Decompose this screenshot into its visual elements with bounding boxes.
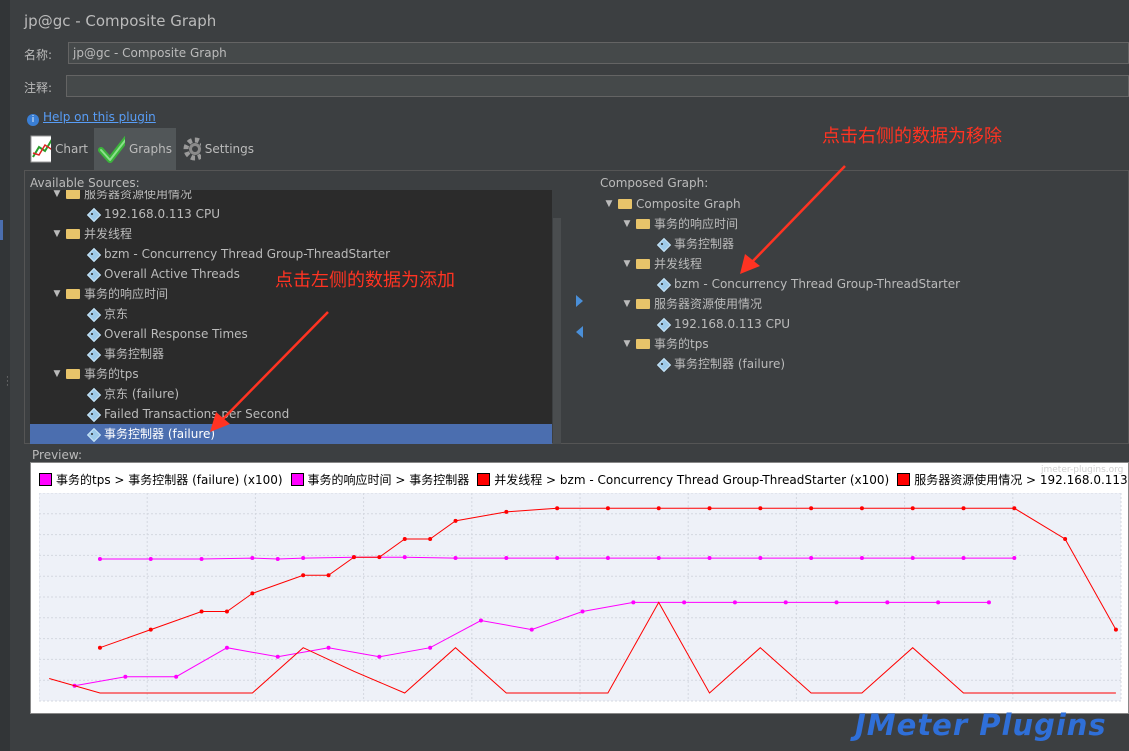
data-point xyxy=(97,556,102,561)
data-point xyxy=(453,556,458,561)
data-point xyxy=(224,609,229,614)
data-point xyxy=(656,556,661,561)
data-point xyxy=(275,654,280,659)
data-point xyxy=(631,600,636,605)
preview-chart: jmeter-plugins.org 事务的tps > 事务控制器 (failu… xyxy=(30,462,1129,714)
data-point xyxy=(504,556,509,561)
legend-swatch xyxy=(39,473,52,486)
data-point xyxy=(402,555,407,560)
data-point xyxy=(1012,506,1017,511)
annotation-arrow-left xyxy=(221,311,329,421)
data-point xyxy=(148,556,153,561)
data-point xyxy=(707,556,712,561)
data-point xyxy=(301,556,306,561)
data-point xyxy=(605,506,610,511)
data-point xyxy=(428,537,433,542)
data-point xyxy=(478,618,483,623)
data-point xyxy=(707,506,712,511)
legend-item: 事务的tps > 事务控制器 (failure) (x100) xyxy=(39,471,283,488)
data-point xyxy=(732,600,737,605)
legend-swatch xyxy=(477,473,491,486)
chart-legend: 事务的tps > 事务控制器 (failure) (x100) 事务的响应时间 >… xyxy=(39,471,1128,489)
data-point xyxy=(783,600,788,605)
data-point xyxy=(453,518,458,523)
data-point xyxy=(555,506,560,511)
data-point xyxy=(250,556,255,561)
data-point xyxy=(859,556,864,561)
legend-swatch xyxy=(897,473,911,486)
data-point xyxy=(402,537,407,542)
legend-item: 并发线程 > bzm - Concurrency Thread Group-Th… xyxy=(477,471,889,488)
data-point xyxy=(758,556,763,561)
data-point xyxy=(682,600,687,605)
legend-item: 服务器资源使用情况 > 192.168.0.113 CPU (x1 000) xyxy=(897,471,1128,488)
data-point xyxy=(377,654,382,659)
preview-label: Preview: xyxy=(32,448,83,462)
data-point xyxy=(199,556,204,561)
data-point xyxy=(1063,537,1068,542)
data-point xyxy=(250,591,255,596)
data-point xyxy=(936,600,941,605)
data-point xyxy=(148,627,153,632)
data-point xyxy=(97,645,102,650)
data-point xyxy=(123,674,128,679)
legend-label: 并发线程 > bzm - Concurrency Thread Group-Th… xyxy=(494,473,890,487)
legend-item: 事务的响应时间 > 事务控制器 xyxy=(290,471,470,488)
data-point xyxy=(580,609,585,614)
legend-label: 事务的响应时间 > 事务控制器 xyxy=(307,473,470,487)
data-point xyxy=(326,645,331,650)
data-point xyxy=(910,506,915,511)
data-point xyxy=(910,556,915,561)
data-point xyxy=(885,600,890,605)
data-point xyxy=(301,573,306,578)
data-point xyxy=(428,645,433,650)
data-point xyxy=(961,556,966,561)
data-point xyxy=(758,506,763,511)
data-point xyxy=(809,506,814,511)
legend-label: 事务的tps > 事务控制器 (failure) (x100) xyxy=(56,473,283,487)
data-point xyxy=(834,600,839,605)
data-point xyxy=(504,509,509,514)
legend-swatch xyxy=(290,473,304,486)
data-point xyxy=(326,573,331,578)
data-point xyxy=(809,556,814,561)
data-point xyxy=(275,556,280,561)
data-point xyxy=(199,609,204,614)
data-point xyxy=(1113,627,1118,632)
data-point xyxy=(174,674,179,679)
legend-label: 服务器资源使用情况 > 192.168.0.113 CPU (x1 000) xyxy=(914,473,1128,487)
data-point xyxy=(986,600,991,605)
data-point xyxy=(961,506,966,511)
data-point xyxy=(656,506,661,511)
data-point xyxy=(1012,556,1017,561)
data-point xyxy=(377,555,382,560)
data-point xyxy=(605,556,610,561)
data-point xyxy=(859,506,864,511)
data-point xyxy=(351,555,356,560)
data-point xyxy=(555,556,560,561)
data-point xyxy=(224,645,229,650)
data-point xyxy=(529,627,534,632)
jmeter-plugins-logo: JMeter Plugins xyxy=(855,708,1107,742)
plot-area xyxy=(39,493,1122,702)
annotation-arrow-right xyxy=(751,165,846,263)
